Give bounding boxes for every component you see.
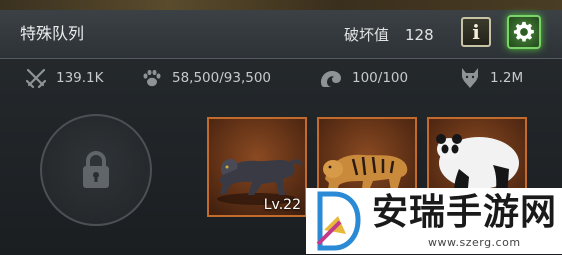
paw-icon [143,69,161,87]
crossed-swords-icon [25,68,47,89]
info-icon: i [472,20,480,44]
stat-value: 1.2M [490,70,524,86]
settings-button[interactable] [507,15,541,49]
damage-label: 破坏值 [344,26,390,44]
info-button[interactable]: i [461,17,491,47]
locked-slot[interactable] [40,114,152,226]
stat-troops: 58,500/93,500 [140,64,271,92]
stat-value: 58,500/93,500 [172,70,272,86]
stat-power: 1.2M [458,64,523,92]
gear-icon [513,21,534,42]
lock-icon [83,151,109,188]
stat-value: 139.1K [56,70,104,86]
watermark-url: www.szerg.com [428,236,521,249]
stats-row: 139.1K 58,500/93,500 100/100 1.2M [0,64,562,94]
panel-title: 特殊队列 [20,24,85,43]
stat-attack: 139.1K [24,64,104,92]
stat-energy: 100/100 [318,64,408,92]
shell-icon [321,71,341,87]
watermark-logo-icon [316,191,361,251]
watermark-text: 安瑞手游网 [372,192,558,233]
damage-value: 128 [405,26,434,44]
wolf-icon [462,68,478,88]
stat-value: 100/100 [352,70,409,86]
animal-card-panther[interactable]: Lv.22 [207,117,307,217]
card-level: Lv.22 [263,197,301,213]
